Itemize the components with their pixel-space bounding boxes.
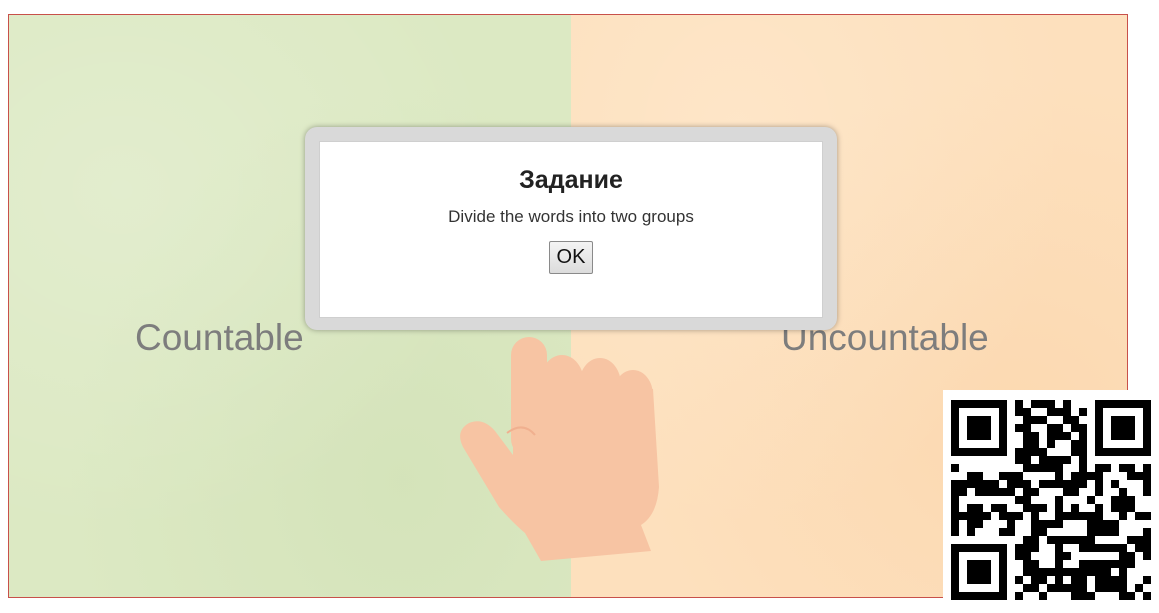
dialog-title: Задание bbox=[519, 166, 623, 194]
pointing-hand-icon bbox=[460, 337, 659, 561]
dialog-message: Divide the words into two groups bbox=[448, 207, 694, 226]
ok-button[interactable]: OK bbox=[548, 241, 594, 274]
task-dialog-body: Задание Divide the words into two groups… bbox=[319, 141, 823, 318]
task-dialog: Задание Divide the words into two groups… bbox=[305, 127, 837, 330]
countable-label: Countable bbox=[135, 317, 304, 358]
qr-code bbox=[943, 390, 1159, 613]
